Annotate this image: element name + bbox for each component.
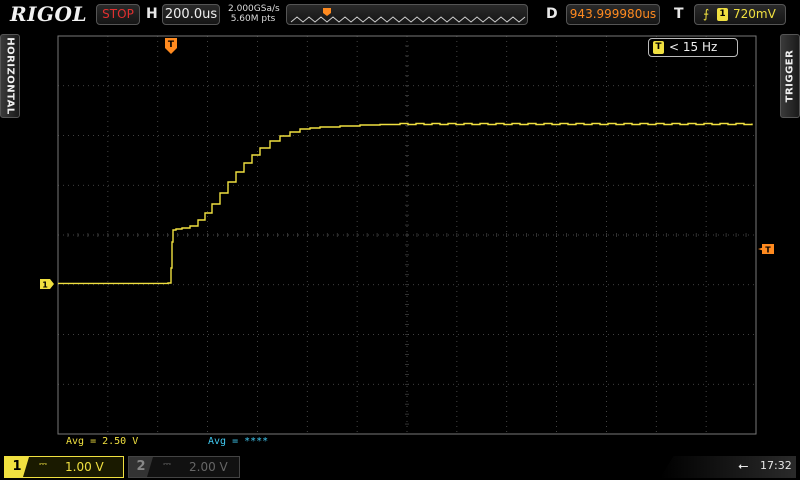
rising-edge-icon: ⨍ — [703, 7, 710, 21]
timebase-value[interactable]: 200.0us — [162, 4, 220, 25]
trigger-tab-label: TRIGGER — [784, 49, 796, 103]
top-status-bar: RIGOL STOP H 200.0us 2.000GSa/s 5.60M pt… — [0, 0, 800, 30]
frequency-value: < 15 Hz — [669, 40, 718, 54]
trigger-delay-value[interactable]: 943.999980us — [566, 4, 660, 25]
channel2-scale: 2.00 V — [189, 460, 228, 474]
run-stop-status[interactable]: STOP — [96, 4, 140, 25]
brand-logo: RIGOL — [10, 2, 88, 26]
horizontal-label: H — [146, 6, 158, 22]
channel1-scale: 1.00 V — [65, 460, 104, 474]
graticule — [57, 35, 757, 435]
channel2-number: 2 — [129, 457, 153, 477]
trigger-settings[interactable]: ⨍ 1 720mV — [694, 4, 786, 25]
memory-depth: 5.60M pts — [230, 14, 276, 24]
channel1-marker-label: 1 — [42, 281, 48, 290]
dc-coupling-icon: ⎓ — [163, 459, 171, 470]
ch2-average-measurement[interactable]: Avg = **** — [208, 436, 268, 447]
trigger-position-marker[interactable]: T — [165, 38, 177, 54]
channel1-offset-marker[interactable]: 1 — [40, 279, 54, 290]
trigger-level-label: T — [765, 246, 771, 255]
trigger-level-marker[interactable]: T — [758, 244, 774, 255]
trigger-position-label: T — [168, 40, 175, 50]
memory-wave-icon — [290, 16, 526, 23]
trigger-label: T — [674, 6, 684, 22]
channel1-trace — [58, 122, 753, 285]
measurement-bar: Avg = 2.50 V Avg = **** — [0, 436, 800, 450]
memory-position-bar[interactable] — [286, 4, 528, 25]
channel1-number: 1 — [5, 457, 29, 477]
system-status: ⭠ 17:32 — [660, 456, 796, 478]
bottom-channel-bar: 1 ⎓ 1.00 V 2 ⎓ 2.00 V ⭠ 17:32 — [0, 452, 800, 480]
horizontal-menu-tab[interactable]: HORIZONTAL — [0, 34, 20, 118]
usb-icon: ⭠ — [738, 459, 749, 474]
channel2-settings[interactable]: 2 ⎓ 2.00 V — [128, 456, 240, 478]
dc-coupling-icon: ⎓ — [39, 459, 47, 470]
trigger-level-value: 720mV — [733, 7, 776, 21]
horizontal-tab-label: HORIZONTAL — [4, 37, 16, 115]
clock: 17:32 — [760, 459, 792, 472]
acquisition-info: 2.000GSa/s 5.60M pts — [228, 4, 280, 24]
channel1-settings[interactable]: 1 ⎓ 1.00 V — [4, 456, 124, 478]
trigger-badge-icon: T — [653, 41, 664, 54]
trigger-menu-tab[interactable]: TRIGGER — [780, 34, 800, 118]
memory-trigger-marker — [323, 8, 331, 16]
sample-rate: 2.000GSa/s — [228, 4, 280, 14]
ch1-average-measurement[interactable]: Avg = 2.50 V — [66, 436, 138, 447]
delay-label: D — [546, 6, 558, 22]
waveform-display: 1 T T — [40, 35, 774, 435]
frequency-counter[interactable]: T < 15 Hz — [648, 38, 738, 57]
trigger-source-badge: 1 — [717, 8, 728, 21]
